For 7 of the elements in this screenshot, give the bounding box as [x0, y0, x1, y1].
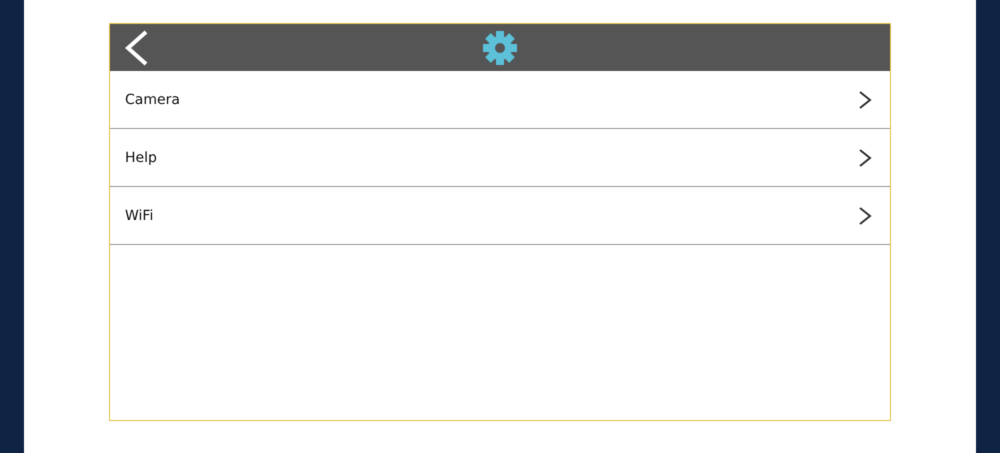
chevron-icon [858, 148, 872, 168]
menu-item[interactable]: Help [110, 129, 890, 187]
chevron-icon [858, 90, 872, 110]
chevron-icon [858, 206, 872, 226]
settings-icon [482, 30, 518, 66]
menu-item[interactable]: WiFi [110, 187, 890, 245]
menu-item[interactable]: Camera [110, 71, 890, 129]
